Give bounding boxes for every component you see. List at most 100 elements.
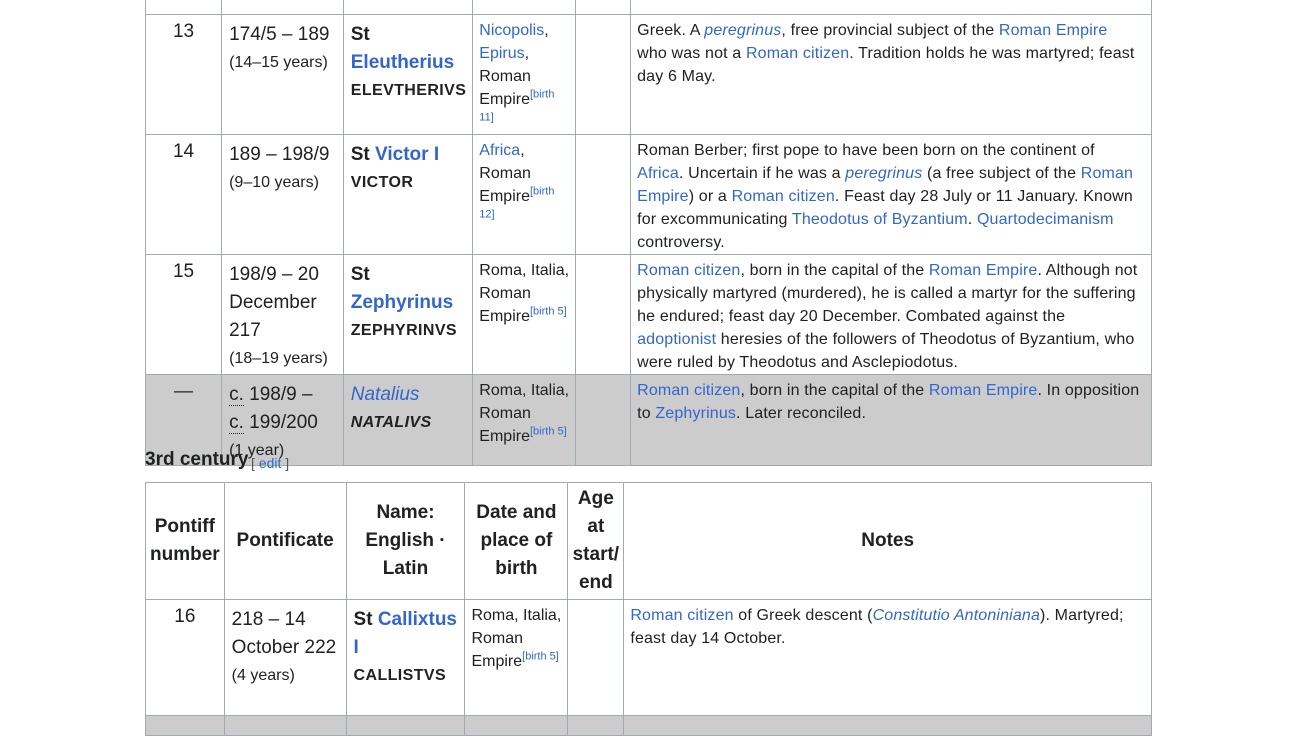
- pontificate-cell: 174/5 – 189 (14–15 years): [221, 14, 344, 135]
- notes-cell: Roman citizen, born in the capital of th…: [630, 374, 1152, 466]
- antipope-link-natalius[interactable]: Natalius: [351, 384, 420, 405]
- link-roman-empire[interactable]: Roman Empire: [999, 22, 1108, 39]
- name-cell: St Victor I VICTOR: [342, 134, 474, 255]
- pontificate-years: (14–15 years): [229, 54, 328, 71]
- pontiff-number: 15: [144, 254, 223, 375]
- birthplace-text: Roma, Italia,: [471, 607, 562, 624]
- pontificate-cell: 198/9 – 20 December 217 (18–19 years): [221, 254, 344, 375]
- table-row-spacer: [144, 0, 1152, 15]
- saint-prefix: St: [350, 24, 370, 45]
- latin-name: ZEPHYRINVS: [350, 322, 457, 339]
- birthplace-text: Roman Empire: [479, 405, 531, 445]
- edit-bracket: ]: [281, 455, 290, 471]
- notes-text: who was not a: [637, 45, 746, 62]
- pontificate-dates: 174/5 – 189: [229, 24, 330, 45]
- circa-abbr: c.: [229, 384, 244, 406]
- link-roman-empire[interactable]: Roman Empire: [929, 262, 1038, 279]
- pontificate-cell: 218 – 14 October 222 (4 years): [223, 599, 347, 716]
- age-cell: [567, 599, 625, 716]
- latin-name: CALLISTVS: [353, 667, 447, 684]
- notes-text: controversy.: [637, 234, 725, 251]
- table-row-antipope: — c. 198/9 – c. 199/200 (1 year) Nataliu…: [144, 374, 1152, 466]
- notes-cell: Roman Berber; first pope to have been bo…: [630, 134, 1152, 255]
- pontificate-years: (18–19 years): [229, 350, 328, 367]
- link-roman-empire[interactable]: Roman Empire: [929, 382, 1038, 399]
- pontiff-number: 13: [144, 14, 223, 135]
- pontificate-dates: 199/200: [243, 412, 318, 433]
- col-header-name[interactable]: Name: English · Latin: [345, 482, 466, 600]
- link-nicopolis[interactable]: Nicopolis: [479, 22, 544, 39]
- age-cell: [575, 254, 632, 375]
- table-row: 14 189 – 198/9 (9–10 years) St Victor I …: [144, 134, 1152, 255]
- pontificate-cell: 189 – 198/9 (9–10 years): [221, 134, 344, 255]
- birthplace-cell: Africa, Roman Empire[birth 12]: [472, 134, 577, 255]
- edit-bracket: [: [251, 455, 259, 471]
- table-row: 15 198/9 – 20 December 217 (18–19 years)…: [144, 254, 1152, 375]
- section-edit: [ edit ]: [251, 455, 289, 471]
- link-theodotus-of-byzantium[interactable]: Theodotus of Byzantium: [792, 211, 968, 228]
- latin-name: NATALIVS: [350, 414, 432, 431]
- link-roman-citizen[interactable]: Roman citizen: [746, 45, 849, 62]
- saint-prefix: St: [350, 264, 370, 285]
- pontificate-dates: 218 – 14 October 222: [231, 609, 337, 658]
- link-peregrinus[interactable]: peregrinus: [704, 22, 781, 39]
- notes-text: , born in the capital of the: [740, 382, 929, 399]
- birthplace-text: Roman Empire: [471, 630, 524, 670]
- notes-cell: Greek. A peregrinus, free provincial sub…: [630, 14, 1152, 135]
- link-roman-citizen[interactable]: Roman citizen: [637, 382, 740, 399]
- link-africa[interactable]: Africa: [479, 142, 520, 159]
- notes-text: . Later reconciled.: [736, 405, 867, 422]
- notes-text: (a free subject of the: [922, 165, 1081, 182]
- link-quartodecimanism[interactable]: Quartodecimanism: [977, 211, 1114, 228]
- table-row: 13 174/5 – 189 (14–15 years) St Eleutheri…: [144, 14, 1152, 135]
- notes-text: of Greek descent (: [733, 607, 873, 624]
- table-row: 16 218 – 14 October 222 (4 years) St Cal…: [145, 599, 1152, 716]
- col-header-pontiff-number[interactable]: Pontiff number: [145, 482, 225, 600]
- name-cell: St Eleutherius ELEVTHERIVS: [342, 14, 474, 135]
- col-header-pontificate[interactable]: Pontificate: [223, 482, 347, 600]
- birthplace-text: Roman Empire: [479, 165, 531, 205]
- pontificate-dates: 198/9 – 20 December 217: [229, 264, 319, 341]
- birth-ref-link[interactable]: [birth 5]: [522, 651, 559, 663]
- latin-name: ELEVTHERIVS: [350, 82, 467, 99]
- birthplace-text: Roman Empire: [479, 68, 531, 108]
- age-cell: [575, 134, 632, 255]
- link-epirus[interactable]: Epirus: [479, 45, 524, 62]
- notes-text: Roman Berber; first pope to have been bo…: [637, 142, 1095, 159]
- col-header-birth[interactable]: Date and place of birth: [464, 482, 569, 600]
- link-roman-citizen[interactable]: Roman citizen: [630, 607, 733, 624]
- pontificate-years: (9–10 years): [229, 174, 319, 191]
- pontificate-dates: 189 – 198/9: [229, 144, 330, 165]
- notes-cell: Roman citizen of Greek descent (Constitu…: [623, 599, 1152, 716]
- link-zephyrinus[interactable]: Zephyrinus: [655, 405, 736, 422]
- birth-ref-link[interactable]: [birth 5]: [530, 426, 567, 438]
- link-roman-citizen[interactable]: Roman citizen: [637, 262, 740, 279]
- birth-ref-link[interactable]: [birth 5]: [530, 306, 567, 318]
- circa-abbr: c.: [229, 412, 244, 434]
- link-constitutio-antoniniana[interactable]: Constitutio Antoniniana: [873, 607, 1040, 624]
- saint-prefix: St: [350, 144, 370, 165]
- pope-link-eleutherius[interactable]: Eleutherius: [351, 52, 454, 73]
- table-header-row: Pontiff number Pontificate Name: English…: [145, 482, 1152, 600]
- link-peregrinus[interactable]: peregrinus: [845, 165, 922, 182]
- name-cell: Natalius NATALIVS: [342, 374, 474, 466]
- pope-link-zephyrinus[interactable]: Zephyrinus: [351, 292, 453, 313]
- link-africa[interactable]: Africa: [637, 165, 679, 182]
- birthplace-cell: Roma, Italia, Roman Empire[birth 5]: [472, 374, 577, 466]
- popes-table-2nd-century: 13 174/5 – 189 (14–15 years) St Eleutheri…: [144, 0, 1152, 466]
- birthplace-cell: Nicopolis, Epirus, Roman Empire[birth 11…: [472, 14, 577, 135]
- col-header-age[interactable]: Age at start/ end: [567, 482, 625, 600]
- table-row-partial: [145, 715, 1152, 736]
- link-adoptionist[interactable]: adoptionist: [637, 331, 716, 348]
- notes-cell: Roman citizen, born in the capital of th…: [630, 254, 1152, 375]
- edit-section-link[interactable]: edit: [259, 455, 282, 471]
- notes-text: . Uncertain if he was a: [678, 165, 846, 182]
- link-roman-citizen[interactable]: Roman citizen: [732, 188, 835, 205]
- pontificate-dates: 198/9 –: [243, 384, 313, 405]
- notes-text: , free provincial subject of the: [781, 22, 999, 39]
- pope-link-victor-i[interactable]: Victor I: [375, 144, 439, 165]
- notes-text: , born in the capital of the: [740, 262, 929, 279]
- col-header-notes[interactable]: Notes: [623, 482, 1152, 600]
- birthplace-text: Roman Empire: [479, 285, 531, 325]
- pontificate-years: (4 years): [231, 667, 295, 684]
